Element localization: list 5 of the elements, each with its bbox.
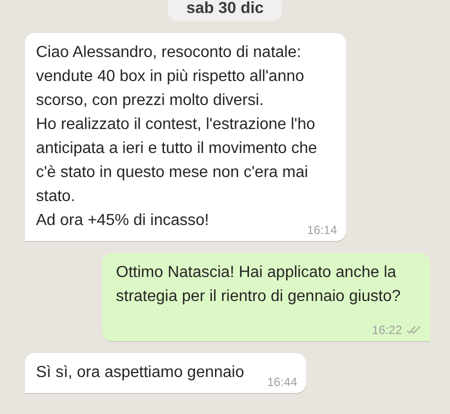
message-text: Ottimo Natascia! Hai applicato anche la strategia per il rientro di gennaio giusto? [116,264,401,305]
date-chip: sab 30 dic [168,0,282,21]
message-time: 16:44 [267,375,298,389]
message-text: Sì sì, ora aspettiamo gennaio [36,364,244,381]
message-time: 16:22 [372,323,402,337]
